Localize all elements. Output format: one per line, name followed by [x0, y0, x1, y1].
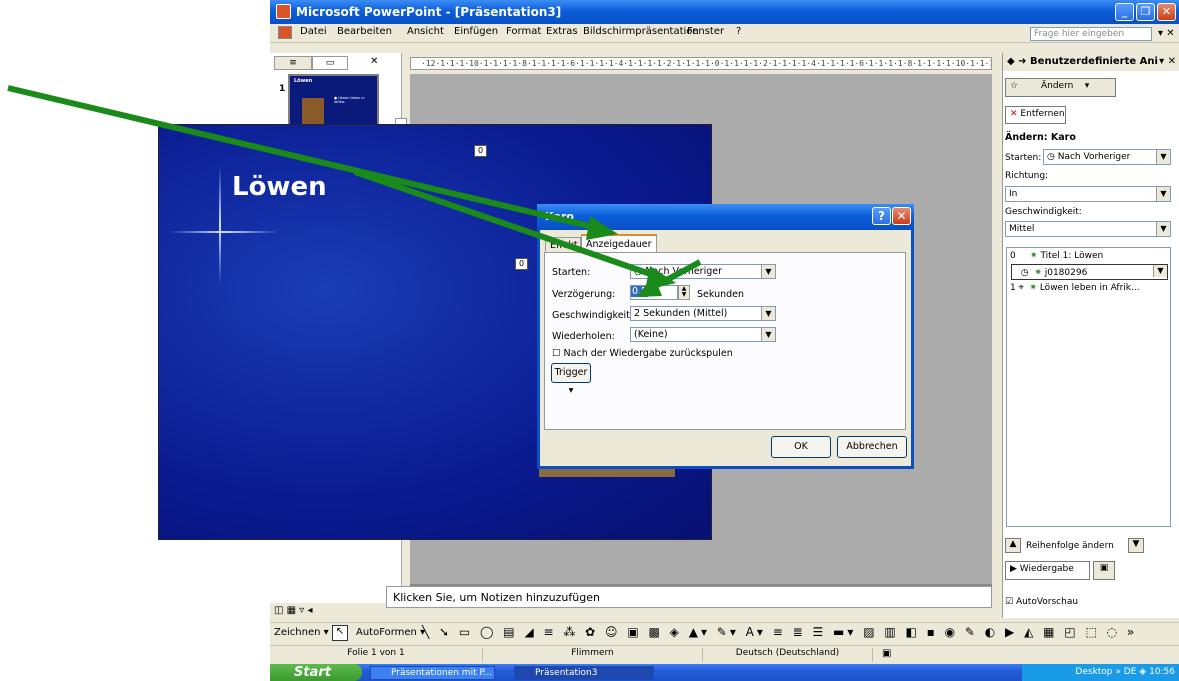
- arrow-line-2: [354, 169, 663, 281]
- arrow-head-1: [586, 216, 618, 240]
- annotation-arrows: [7, 85, 702, 297]
- arrow-line-1: [7, 85, 599, 231]
